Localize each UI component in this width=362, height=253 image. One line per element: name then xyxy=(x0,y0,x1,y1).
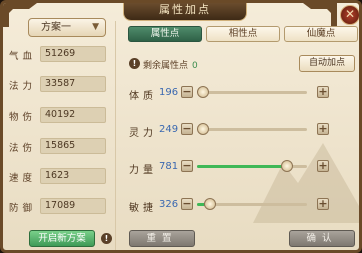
stat-row-hp: 气血 51269 xyxy=(7,46,109,62)
slider-handle[interactable] xyxy=(197,86,209,98)
attribute-label: 敏捷 xyxy=(129,203,157,214)
attribute-label: 体质 xyxy=(129,91,157,102)
tab-immortal-demon-points[interactable]: 仙魔点 xyxy=(284,26,358,42)
attribute-row-strength: 力量 781 − + xyxy=(129,159,335,176)
info-icon[interactable]: ! xyxy=(101,233,112,244)
attribute-slider[interactable] xyxy=(197,123,307,135)
attribute-row-spirit: 灵力 249 − + xyxy=(129,122,335,139)
remaining-points: 剩余属性点 0 xyxy=(143,58,198,71)
stat-label: 防御 xyxy=(9,203,37,214)
scheme-selected: 方案一 xyxy=(41,22,71,33)
stat-value: 1623 xyxy=(40,168,106,184)
corner-ornament-right xyxy=(303,3,337,27)
info-icon[interactable]: ! xyxy=(129,58,140,69)
tab-affinity-points[interactable]: 相性点 xyxy=(206,26,280,42)
remaining-label: 剩余属性点 xyxy=(143,61,189,71)
window-title: 属性加点 xyxy=(123,3,247,21)
stat-row-speed: 速度 1623 xyxy=(7,168,109,184)
reset-button[interactable]: 重置 xyxy=(129,230,195,247)
attribute-label: 灵力 xyxy=(129,128,157,139)
divider xyxy=(115,21,116,250)
stat-row-magic-damage: 法伤 15865 xyxy=(7,138,109,154)
decrease-button[interactable]: − xyxy=(181,86,193,98)
attribute-panel: 属性加点 ✕ 方案一 ▼ 气血 51269 法力 33587 物伤 40192 … xyxy=(0,0,362,253)
confirm-button[interactable]: 确认 xyxy=(289,230,355,247)
decrease-button[interactable]: − xyxy=(181,123,193,135)
decrease-button[interactable]: − xyxy=(181,160,193,172)
stat-value: 33587 xyxy=(40,76,106,92)
increase-button[interactable]: + xyxy=(317,123,329,135)
attribute-slider[interactable] xyxy=(197,198,307,210)
stat-label: 法力 xyxy=(9,81,37,92)
stat-label: 物伤 xyxy=(9,112,37,123)
attribute-slider[interactable] xyxy=(197,86,307,98)
tab-attribute-points[interactable]: 属性点 xyxy=(128,26,202,42)
attribute-value: 326 xyxy=(159,199,179,210)
decrease-button[interactable]: − xyxy=(181,198,193,210)
attribute-slider[interactable] xyxy=(197,160,307,172)
remaining-value: 0 xyxy=(192,61,198,71)
slider-fill xyxy=(197,165,287,168)
stat-label: 法伤 xyxy=(9,143,37,154)
stat-value: 40192 xyxy=(40,107,106,123)
stat-value: 51269 xyxy=(40,46,106,62)
auto-assign-button[interactable]: 自动加点 xyxy=(299,55,355,72)
slider-handle[interactable] xyxy=(204,198,216,210)
increase-button[interactable]: + xyxy=(317,86,329,98)
slider-handle[interactable] xyxy=(281,160,293,172)
stat-value: 15865 xyxy=(40,138,106,154)
stat-row-mp: 法力 33587 xyxy=(7,76,109,92)
attribute-value: 196 xyxy=(159,87,179,98)
stat-value: 17089 xyxy=(40,198,106,214)
stat-row-defense: 防御 17089 xyxy=(7,198,109,214)
stat-label: 气血 xyxy=(9,51,37,62)
stat-label: 速度 xyxy=(9,173,37,184)
chevron-down-icon: ▼ xyxy=(92,22,99,32)
stat-row-physical-damage: 物伤 40192 xyxy=(7,107,109,123)
attribute-value: 781 xyxy=(159,161,179,172)
slider-handle[interactable] xyxy=(197,123,209,135)
increase-button[interactable]: + xyxy=(317,160,329,172)
attribute-value: 249 xyxy=(159,124,179,135)
attribute-label: 力量 xyxy=(129,165,157,176)
increase-button[interactable]: + xyxy=(317,198,329,210)
open-new-scheme-button[interactable]: 开启新方案 xyxy=(29,230,95,247)
close-icon[interactable]: ✕ xyxy=(340,5,359,25)
attribute-row-agility: 敏捷 326 − + xyxy=(129,197,335,214)
attribute-row-constitution: 体质 196 − + xyxy=(129,85,335,102)
scheme-dropdown[interactable]: 方案一 ▼ xyxy=(28,18,106,37)
